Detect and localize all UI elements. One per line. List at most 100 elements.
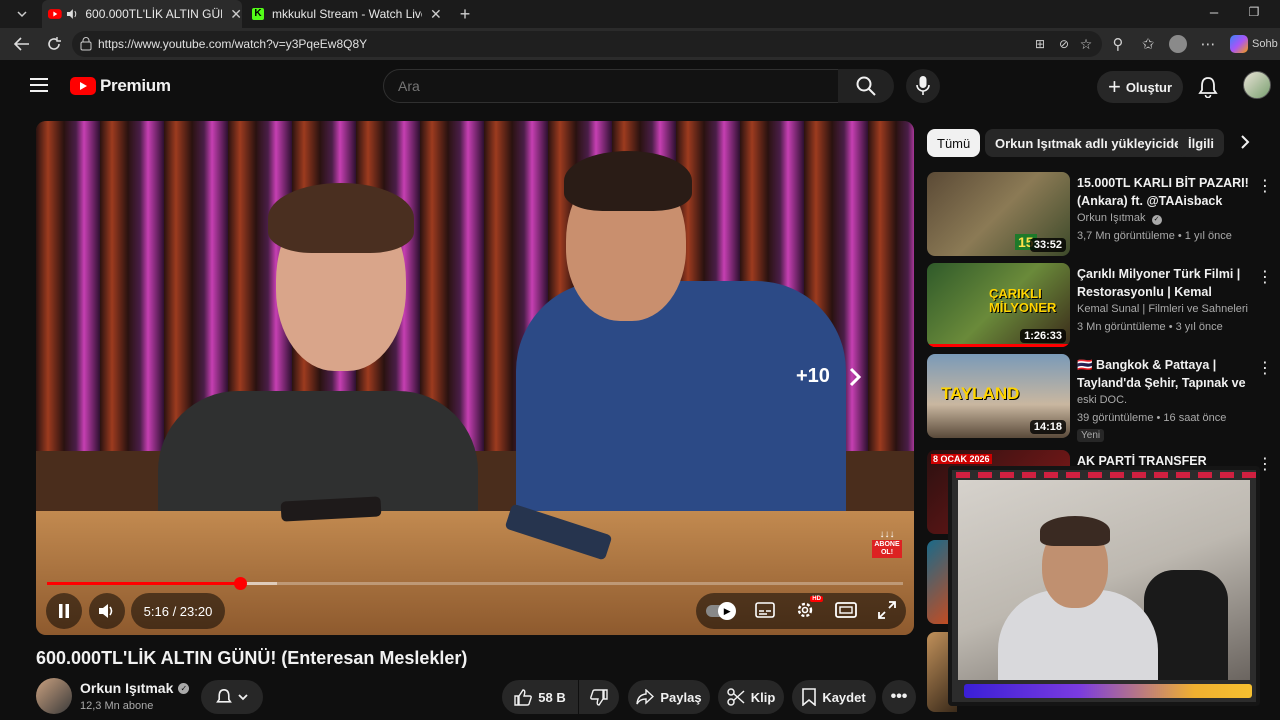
save-label: Kaydet <box>822 689 866 705</box>
search-box[interactable] <box>383 69 839 103</box>
recommendation-thumbnail[interactable]: 15 33:52 <box>927 172 1070 256</box>
recommendation-item[interactable]: ÇARIKLI MİLYONER 1:26:33 Çarıklı Milyone… <box>927 263 1273 347</box>
bookmark-icon <box>802 688 817 706</box>
webcam-person-hair <box>1040 516 1110 546</box>
theater-mode-icon[interactable] <box>835 601 858 621</box>
browser-tab-youtube[interactable]: 600.000TL'LİK ALTIN GÜNÜ! (E ✕ <box>42 0 242 28</box>
like-button[interactable]: 58 B <box>502 680 578 714</box>
tracking-prevention-icon[interactable]: ⊘ <box>1054 34 1074 54</box>
recommendation-channel: Kemal Sunal | Filmleri ve Sahneleri <box>1077 303 1248 315</box>
browser-tab-strip: 600.000TL'LİK ALTIN GÜNÜ! (E ✕ K mkkukul… <box>0 0 1280 28</box>
youtube-header: Premium + Oluştur <box>0 60 1280 116</box>
fullscreen-icon[interactable] <box>877 600 896 622</box>
subscriber-count: 12,3 Mn abone <box>80 700 154 712</box>
progress-fill <box>47 582 241 585</box>
app-available-icon[interactable]: ⊞ <box>1030 34 1050 54</box>
more-vertical-icon[interactable]: ⋮ <box>1257 267 1273 287</box>
youtube-favicon-icon <box>48 9 62 19</box>
recommendation-thumbnail[interactable]: TAYLAND 14:18 <box>927 354 1070 438</box>
bell-icon <box>216 688 232 703</box>
youtube-premium-logo[interactable]: Premium <box>70 76 171 96</box>
recommendation-channel: Orkun Işıtmak ✓ <box>1077 212 1162 225</box>
chip-all[interactable]: Tümü <box>927 129 981 157</box>
channel-name[interactable]: Orkun Işıtmak <box>80 680 173 696</box>
favorite-star-icon[interactable]: ☆ <box>1076 34 1096 54</box>
favorites-icon[interactable]: ✩ <box>1138 34 1158 54</box>
video-title: 600.000TL'LİK ALTIN GÜNÜ! (Enteresan Mes… <box>36 648 468 668</box>
reload-icon[interactable] <box>44 34 64 54</box>
close-tab-icon[interactable]: ✕ <box>230 6 242 23</box>
duration-badge: 14:18 <box>1029 420 1066 434</box>
create-label: Oluştur <box>1125 79 1173 95</box>
hamburger-menu-icon[interactable] <box>30 78 48 97</box>
recommendation-meta: 39 görüntüleme • 16 saat önce <box>1077 412 1227 424</box>
share-arrow-icon <box>636 689 655 705</box>
recommendation-title[interactable]: 🇹🇭 Bangkok & Pattaya | Tayland'da Şehir,… <box>1077 356 1249 392</box>
microphone-icon <box>916 76 930 95</box>
scissors-icon <box>726 688 745 706</box>
thumbnail-text: 8 OCAK 2026 <box>931 454 992 464</box>
address-bar[interactable]: https://www.youtube.com/watch?v=y3PqeEw8… <box>72 31 1102 57</box>
share-button[interactable]: Paylaş <box>628 680 710 714</box>
create-button[interactable]: + Oluştur <box>1097 71 1183 103</box>
channel-avatar[interactable] <box>36 678 72 714</box>
subtitles-icon[interactable] <box>754 601 775 621</box>
restore-window-icon[interactable]: ❐ <box>1244 2 1264 22</box>
recommendation-item[interactable]: TAYLAND 14:18 🇹🇭 Bangkok & Pattaya | Tay… <box>927 354 1273 442</box>
settings-more-icon[interactable]: ⋯ <box>1198 34 1218 54</box>
site-info-icon[interactable] <box>80 37 92 51</box>
search-button[interactable] <box>838 69 894 103</box>
video-player[interactable]: +10 ↓↓↓ ABONE OL! 5:16 / 23:20 ▶ HD <box>36 121 914 635</box>
plus-icon: + <box>1107 74 1121 99</box>
duration-badge: 33:52 <box>1029 238 1066 252</box>
skip-forward-overlay[interactable]: +10 <box>796 365 862 388</box>
search-input[interactable] <box>398 78 818 94</box>
subscribe-watermark[interactable]: ↓↓↓ ABONE OL! <box>872 529 902 563</box>
account-avatar[interactable] <box>1243 71 1271 99</box>
close-tab-icon[interactable]: ✕ <box>430 6 442 23</box>
notifications-bell-icon[interactable] <box>1198 76 1218 103</box>
save-button[interactable]: Kaydet <box>792 680 876 714</box>
tab-list-chevron-icon[interactable] <box>12 4 32 24</box>
recommendation-title[interactable]: Çarıklı Milyoner Türk Filmi | Restorasyo… <box>1077 265 1249 301</box>
chip-from-uploader[interactable]: Orkun Işıtmak adlı yükleyiciden <box>985 129 1200 157</box>
duration-badge: 1:26:33 <box>1020 329 1066 343</box>
back-arrow-icon[interactable] <box>12 34 32 54</box>
new-tab-icon[interactable]: + <box>455 4 475 24</box>
speaker-icon[interactable] <box>66 8 80 20</box>
video-person-left-hair <box>268 183 414 253</box>
chips-next-chevron-icon[interactable] <box>1240 134 1250 155</box>
chevron-right-icon <box>849 367 862 386</box>
more-vertical-icon[interactable]: ⋮ <box>1257 358 1273 378</box>
recommendation-thumbnail[interactable]: ÇARIKLI MİLYONER 1:26:33 <box>927 263 1070 347</box>
kick-favicon-icon: K <box>252 8 264 20</box>
browser-tab-kick[interactable]: K mkkukul Stream - Watch Live on K ✕ <box>248 0 448 28</box>
recommendation-title[interactable]: 15.000TL KARLI BİT PAZARI! (Ankara) ft. … <box>1077 174 1249 210</box>
streamer-webcam-overlay <box>948 466 1260 706</box>
thumbnail-text: TAYLAND <box>941 384 1020 403</box>
profile-avatar-icon[interactable] <box>1168 34 1188 54</box>
subscribed-notifications-button[interactable] <box>201 680 263 714</box>
dislike-button[interactable] <box>579 680 619 714</box>
more-vertical-icon[interactable]: ⋮ <box>1257 176 1273 196</box>
recommendation-item[interactable]: 15 33:52 15.000TL KARLI BİT PAZARI! (Ank… <box>927 172 1273 256</box>
autoplay-toggle[interactable]: ▶ <box>706 602 737 620</box>
pause-button[interactable] <box>46 593 82 629</box>
mute-button[interactable] <box>89 593 125 629</box>
subscribe-watermark-text: ABONE OL! <box>872 540 902 558</box>
like-count: 58 B <box>538 689 566 705</box>
voice-search-button[interactable] <box>906 69 940 103</box>
settings-gear-icon[interactable]: HD <box>795 595 823 623</box>
progress-bar[interactable] <box>47 577 903 590</box>
webcam-frame-decoration <box>956 472 1256 478</box>
time-display: 5:16 / 23:20 <box>131 593 225 629</box>
copilot-button[interactable]: Sohb <box>1230 34 1280 54</box>
minimize-window-icon[interactable]: – <box>1204 2 1224 22</box>
chip-related[interactable]: İlgili <box>1178 129 1224 157</box>
channel-label: Orkun Işıtmak <box>1077 212 1146 224</box>
thumbnail-text: ÇARIKLI MİLYONER <box>989 286 1057 315</box>
share-label: Paylaş <box>660 689 702 705</box>
more-actions-button[interactable]: ••• <box>882 680 916 714</box>
extensions-icon[interactable]: ⚲ <box>1108 34 1128 54</box>
clip-button[interactable]: Klip <box>718 680 784 714</box>
